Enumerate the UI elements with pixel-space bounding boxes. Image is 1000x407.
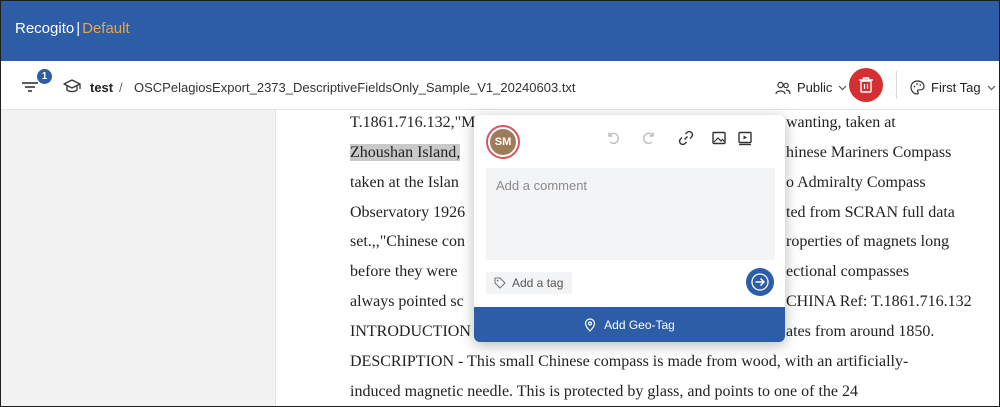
text-segment: INTRODUCTION <box>350 323 471 340</box>
text-segment: roperties of magnets long <box>786 233 950 250</box>
undo-icon[interactable] <box>604 129 622 147</box>
brand[interactable]: Recogito | Default <box>15 20 130 37</box>
text-segment: ectional compasses <box>786 263 910 280</box>
text-line: INTRODUCTION <box>350 321 471 343</box>
project-name: Default <box>82 20 130 37</box>
comment-box <box>486 168 775 260</box>
text-segment: induced magnetic needle. This is protect… <box>350 383 859 400</box>
text-line: Observatory 1926 <box>350 202 465 224</box>
add-tag-label: Add a tag <box>512 276 564 290</box>
text-segment: always pointed sc <box>350 293 464 310</box>
avatar-initials: SM <box>490 129 516 155</box>
text-line: DESCRIPTION - This small Chinese compass… <box>350 351 908 373</box>
text-segment: taken at the Islan <box>350 174 459 191</box>
text-segment: wanting, taken at <box>786 114 896 131</box>
text-segment: CHINA Ref: T.1861.716.132 <box>786 293 972 310</box>
app-header: Recogito | Default <box>0 0 1000 61</box>
arrow-right-icon <box>751 273 769 291</box>
avatar: SM <box>486 125 520 159</box>
video-icon[interactable] <box>736 129 754 147</box>
tag-icon <box>494 277 506 289</box>
layer-label: First Tag <box>931 80 981 95</box>
palette-icon <box>910 80 925 95</box>
text-line: before they were <box>350 261 458 283</box>
highlighted-annotation[interactable]: Zhoushan Island, <box>350 144 461 161</box>
text-line: set.,,"Chinese con <box>350 231 465 253</box>
redo-icon[interactable] <box>640 129 658 147</box>
text-segment: before they were <box>350 263 458 280</box>
text-segment: Observatory 1926 <box>350 204 466 221</box>
text-segment: hinese Mariners Compass <box>786 144 952 161</box>
left-panel <box>0 110 276 407</box>
breadcrumb-separator: / <box>119 80 123 95</box>
annotation-popup: SM Add a tag <box>474 115 785 342</box>
breadcrumb-file: OSCPelagiosExport_2373_DescriptiveFields… <box>134 80 576 95</box>
image-icon[interactable] <box>710 129 728 147</box>
filter-count-badge: 1 <box>37 69 52 84</box>
add-geotag-label: Add Geo-Tag <box>604 317 675 332</box>
text-segment: DESCRIPTION - This small Chinese compass… <box>350 353 909 370</box>
breadcrumb-project[interactable]: test <box>90 80 113 95</box>
chevron-down-icon <box>838 85 847 90</box>
visibility-label: Public <box>797 80 833 95</box>
add-tag-button[interactable]: Add a tag <box>486 272 573 294</box>
document-toolbar: 1 test / OSCPelagiosExport_2373_Descript… <box>0 61 1000 110</box>
chevron-down-icon <box>987 85 996 90</box>
add-geotag-button[interactable]: Add Geo-Tag <box>474 307 785 342</box>
text-segment: o Admiralty Compass <box>786 174 926 191</box>
text-line: always pointed sc <box>350 291 464 313</box>
text-segment: ted from SCRAN full data <box>786 204 955 221</box>
map-pin-icon <box>585 317 596 332</box>
users-icon <box>775 81 791 94</box>
delete-button[interactable] <box>849 68 883 102</box>
visibility-dropdown[interactable]: Public <box>775 80 847 95</box>
text-segment: T.1861.716.132,"Ma <box>350 114 483 131</box>
text-line: taken at the Islan <box>350 172 459 194</box>
layer-dropdown[interactable]: First Tag <box>910 80 996 95</box>
send-button[interactable] <box>746 268 774 296</box>
toolbar-divider <box>896 71 897 99</box>
text-segment: ates from around 1850. <box>786 323 935 340</box>
app-name: Recogito <box>15 20 75 37</box>
text-segment: set.,,"Chinese con <box>350 233 465 250</box>
text-line: T.1861.716.132,"Ma <box>350 112 482 134</box>
graduation-cap-icon <box>63 79 81 93</box>
brand-separator: | <box>76 20 81 37</box>
comment-input[interactable] <box>486 168 775 260</box>
trash-icon <box>859 77 873 93</box>
text-line: induced magnetic needle. This is protect… <box>350 381 858 403</box>
text-line: Zhoushan Island, <box>350 142 461 164</box>
link-icon[interactable] <box>677 129 695 147</box>
